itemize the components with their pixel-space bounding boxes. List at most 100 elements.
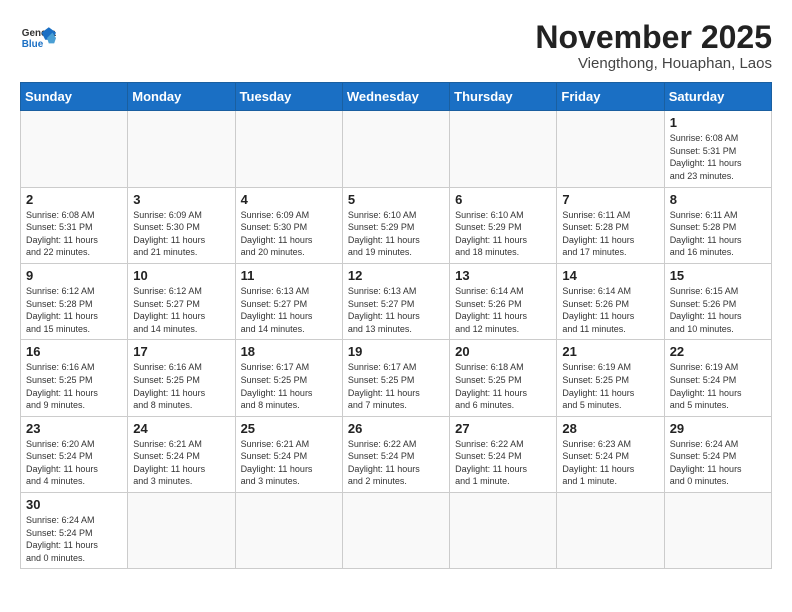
calendar-week-3: 9 Sunrise: 6:12 AM Sunset: 5:28 PM Daylig… — [21, 263, 772, 339]
day-number: 13 — [455, 268, 551, 283]
month-title: November 2025 — [535, 20, 772, 55]
calendar-day: 4 Sunrise: 6:09 AM Sunset: 5:30 PM Daylig… — [235, 187, 342, 263]
day-number: 19 — [348, 344, 444, 359]
day-number: 18 — [241, 344, 337, 359]
day-number: 20 — [455, 344, 551, 359]
calendar-day: 1Sunrise: 6:08 AM Sunset: 5:31 PM Daylig… — [664, 111, 771, 187]
day-number: 6 — [455, 192, 551, 207]
day-info: Sunrise: 6:15 AM Sunset: 5:26 PM Dayligh… — [670, 285, 766, 335]
weekday-header-tuesday: Tuesday — [235, 83, 342, 111]
calendar-day: 2 Sunrise: 6:08 AM Sunset: 5:31 PM Daylig… — [21, 187, 128, 263]
day-info: Sunrise: 6:14 AM Sunset: 5:26 PM Dayligh… — [562, 285, 658, 335]
day-number: 16 — [26, 344, 122, 359]
calendar-day — [664, 493, 771, 569]
calendar-week-2: 2 Sunrise: 6:08 AM Sunset: 5:31 PM Daylig… — [21, 187, 772, 263]
day-info: Sunrise: 6:10 AM Sunset: 5:29 PM Dayligh… — [455, 209, 551, 259]
day-number: 2 — [26, 192, 122, 207]
day-info: Sunrise: 6:21 AM Sunset: 5:24 PM Dayligh… — [241, 438, 337, 488]
calendar-day — [450, 111, 557, 187]
calendar-day: 8 Sunrise: 6:11 AM Sunset: 5:28 PM Daylig… — [664, 187, 771, 263]
location: Viengthong, Houaphan, Laos — [535, 55, 772, 72]
calendar-day: 28 Sunrise: 6:23 AM Sunset: 5:24 PM Dayli… — [557, 416, 664, 492]
page-header: General Blue November 2025 Viengthong, H… — [20, 20, 772, 72]
calendar-day — [235, 493, 342, 569]
calendar-day: 6 Sunrise: 6:10 AM Sunset: 5:29 PM Daylig… — [450, 187, 557, 263]
day-info: Sunrise: 6:13 AM Sunset: 5:27 PM Dayligh… — [241, 285, 337, 335]
calendar-day — [235, 111, 342, 187]
calendar-day — [557, 493, 664, 569]
day-number: 21 — [562, 344, 658, 359]
day-info: Sunrise: 6:12 AM Sunset: 5:27 PM Dayligh… — [133, 285, 229, 335]
day-number: 30 — [26, 497, 122, 512]
day-info: Sunrise: 6:24 AM Sunset: 5:24 PM Dayligh… — [670, 438, 766, 488]
calendar-day: 21Sunrise: 6:19 AM Sunset: 5:25 PM Dayli… — [557, 340, 664, 416]
day-number: 25 — [241, 421, 337, 436]
calendar-day: 14 Sunrise: 6:14 AM Sunset: 5:26 PM Dayli… — [557, 263, 664, 339]
weekday-header-monday: Monday — [128, 83, 235, 111]
day-info: Sunrise: 6:09 AM Sunset: 5:30 PM Dayligh… — [133, 209, 229, 259]
day-number: 12 — [348, 268, 444, 283]
calendar-day: 5Sunrise: 6:10 AM Sunset: 5:29 PM Daylig… — [342, 187, 449, 263]
day-info: Sunrise: 6:19 AM Sunset: 5:24 PM Dayligh… — [670, 361, 766, 411]
day-number: 17 — [133, 344, 229, 359]
day-number: 4 — [241, 192, 337, 207]
day-info: Sunrise: 6:21 AM Sunset: 5:24 PM Dayligh… — [133, 438, 229, 488]
calendar-day — [128, 493, 235, 569]
calendar-day: 24 Sunrise: 6:21 AM Sunset: 5:24 PM Dayli… — [128, 416, 235, 492]
calendar-day: 26Sunrise: 6:22 AM Sunset: 5:24 PM Dayli… — [342, 416, 449, 492]
calendar-day: 18 Sunrise: 6:17 AM Sunset: 5:25 PM Dayli… — [235, 340, 342, 416]
calendar-day: 10Sunrise: 6:12 AM Sunset: 5:27 PM Dayli… — [128, 263, 235, 339]
day-info: Sunrise: 6:16 AM Sunset: 5:25 PM Dayligh… — [133, 361, 229, 411]
day-info: Sunrise: 6:20 AM Sunset: 5:24 PM Dayligh… — [26, 438, 122, 488]
day-number: 29 — [670, 421, 766, 436]
day-number: 9 — [26, 268, 122, 283]
day-number: 28 — [562, 421, 658, 436]
day-info: Sunrise: 6:11 AM Sunset: 5:28 PM Dayligh… — [562, 209, 658, 259]
day-number: 22 — [670, 344, 766, 359]
calendar-day — [342, 493, 449, 569]
weekday-header-saturday: Saturday — [664, 83, 771, 111]
day-info: Sunrise: 6:23 AM Sunset: 5:24 PM Dayligh… — [562, 438, 658, 488]
title-block: November 2025 Viengthong, Houaphan, Laos — [535, 20, 772, 72]
day-info: Sunrise: 6:08 AM Sunset: 5:31 PM Dayligh… — [670, 132, 766, 182]
svg-text:Blue: Blue — [22, 39, 44, 50]
calendar-week-1: 1Sunrise: 6:08 AM Sunset: 5:31 PM Daylig… — [21, 111, 772, 187]
weekday-header-wednesday: Wednesday — [342, 83, 449, 111]
day-number: 24 — [133, 421, 229, 436]
day-info: Sunrise: 6:17 AM Sunset: 5:25 PM Dayligh… — [241, 361, 337, 411]
day-number: 15 — [670, 268, 766, 283]
calendar-day — [342, 111, 449, 187]
calendar-day: 15 Sunrise: 6:15 AM Sunset: 5:26 PM Dayli… — [664, 263, 771, 339]
day-info: Sunrise: 6:10 AM Sunset: 5:29 PM Dayligh… — [348, 209, 444, 259]
day-info: Sunrise: 6:12 AM Sunset: 5:28 PM Dayligh… — [26, 285, 122, 335]
logo: General Blue — [20, 20, 56, 56]
calendar-day — [450, 493, 557, 569]
day-info: Sunrise: 6:14 AM Sunset: 5:26 PM Dayligh… — [455, 285, 551, 335]
day-number: 26 — [348, 421, 444, 436]
calendar-day — [21, 111, 128, 187]
calendar-table: SundayMondayTuesdayWednesdayThursdayFrid… — [20, 82, 772, 569]
calendar-day: 11Sunrise: 6:13 AM Sunset: 5:27 PM Dayli… — [235, 263, 342, 339]
calendar-week-4: 16 Sunrise: 6:16 AM Sunset: 5:25 PM Dayli… — [21, 340, 772, 416]
day-number: 7 — [562, 192, 658, 207]
calendar-day: 13 Sunrise: 6:14 AM Sunset: 5:26 PM Dayli… — [450, 263, 557, 339]
calendar-day: 19 Sunrise: 6:17 AM Sunset: 5:25 PM Dayli… — [342, 340, 449, 416]
day-info: Sunrise: 6:16 AM Sunset: 5:25 PM Dayligh… — [26, 361, 122, 411]
day-info: Sunrise: 6:13 AM Sunset: 5:27 PM Dayligh… — [348, 285, 444, 335]
day-number: 8 — [670, 192, 766, 207]
day-number: 3 — [133, 192, 229, 207]
calendar-day: 22 Sunrise: 6:19 AM Sunset: 5:24 PM Dayli… — [664, 340, 771, 416]
day-number: 14 — [562, 268, 658, 283]
calendar-day — [128, 111, 235, 187]
day-info: Sunrise: 6:08 AM Sunset: 5:31 PM Dayligh… — [26, 209, 122, 259]
day-info: Sunrise: 6:11 AM Sunset: 5:28 PM Dayligh… — [670, 209, 766, 259]
day-info: Sunrise: 6:09 AM Sunset: 5:30 PM Dayligh… — [241, 209, 337, 259]
calendar-day: 3 Sunrise: 6:09 AM Sunset: 5:30 PM Daylig… — [128, 187, 235, 263]
calendar-day: 20Sunrise: 6:18 AM Sunset: 5:25 PM Dayli… — [450, 340, 557, 416]
weekday-header-friday: Friday — [557, 83, 664, 111]
day-info: Sunrise: 6:17 AM Sunset: 5:25 PM Dayligh… — [348, 361, 444, 411]
weekday-header-sunday: Sunday — [21, 83, 128, 111]
calendar-day: 27Sunrise: 6:22 AM Sunset: 5:24 PM Dayli… — [450, 416, 557, 492]
weekday-header-row: SundayMondayTuesdayWednesdayThursdayFrid… — [21, 83, 772, 111]
calendar-day: 29 Sunrise: 6:24 AM Sunset: 5:24 PM Dayli… — [664, 416, 771, 492]
